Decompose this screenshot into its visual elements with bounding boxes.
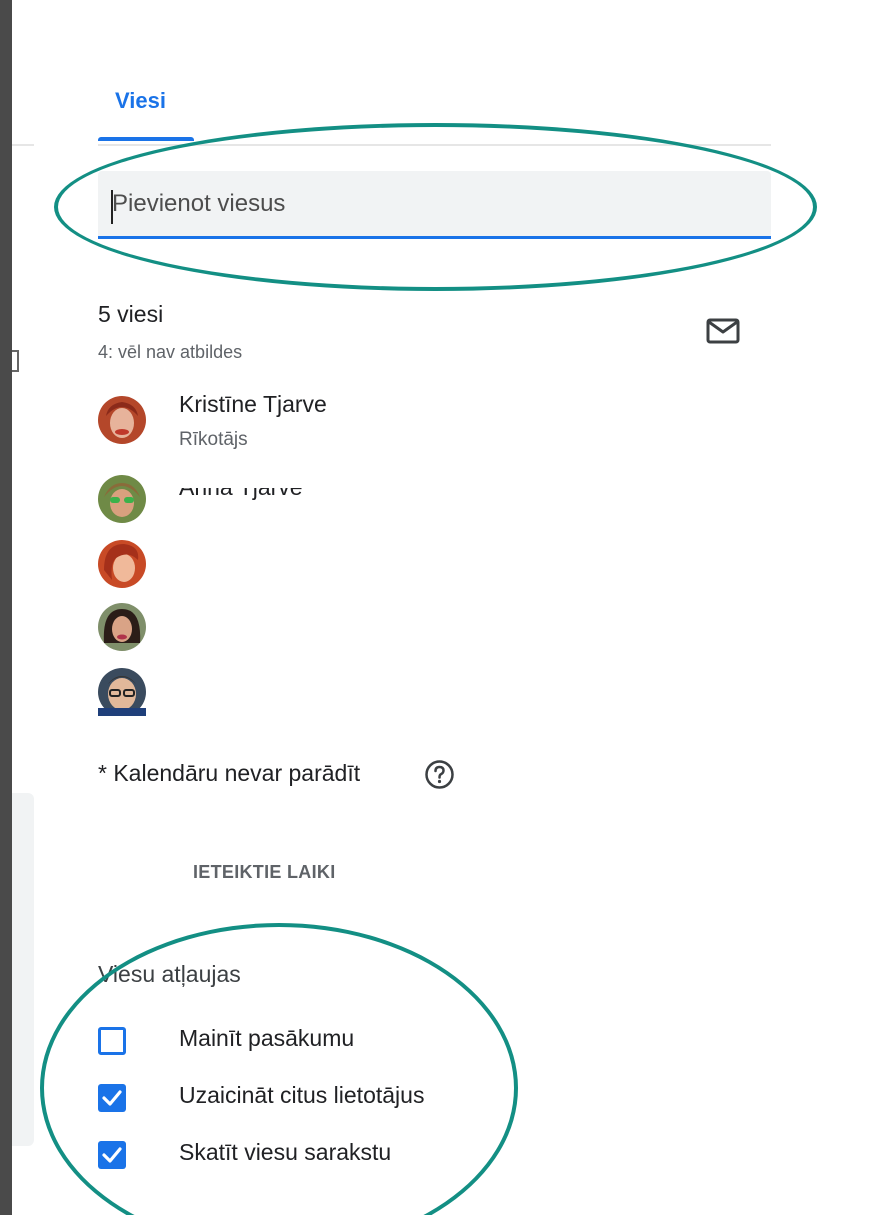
guest-avatar [98, 668, 146, 716]
check-icon [102, 1147, 122, 1163]
guest-pending-count: 4: vēl nav atbildes [98, 342, 243, 362]
tab-divider [98, 144, 771, 146]
permission-label: Uzaicināt citus lietotājus [179, 1082, 425, 1108]
suggested-times-button[interactable]: IETEIKTIE LAIKI [193, 862, 336, 883]
checkbox-unchecked[interactable] [98, 1027, 126, 1055]
permission-label: Skatīt viesu sarakstu [179, 1139, 392, 1165]
checkbox-checked[interactable] [98, 1084, 126, 1112]
guest-name: Kristīne Tjarve [179, 391, 327, 417]
permission-label: Mainīt pasākumu [179, 1025, 355, 1051]
guest-avatar [98, 396, 146, 444]
help-circle-icon[interactable] [424, 759, 455, 790]
calendar-unavailable-note: * Kalendāru nevar parādīt [98, 760, 361, 786]
check-icon [102, 1090, 122, 1106]
tab-indicator [98, 137, 194, 141]
guest-count: 5 viesi [98, 301, 164, 327]
guest-avatar [98, 603, 146, 651]
guest-name-clipped: Anna Tjarve [179, 488, 369, 500]
text-caret [111, 190, 113, 224]
left-panel-card [12, 793, 34, 1146]
guest-avatar [98, 540, 146, 588]
checkbox-checked[interactable] [98, 1141, 126, 1169]
guest-panel: Viesi 5 viesi 4: vēl nav atbildes Kristī… [12, 0, 871, 1215]
tab-guests[interactable]: Viesi [115, 88, 166, 114]
left-panel-divider [12, 144, 34, 146]
guest-permissions-title: Viesu atļaujas [98, 961, 241, 987]
left-panel-handle [12, 350, 19, 372]
add-guests-input[interactable] [98, 171, 771, 239]
guest-avatar [98, 475, 146, 523]
guest-role: Rīkotājs [179, 429, 248, 450]
mail-icon[interactable] [706, 318, 740, 344]
